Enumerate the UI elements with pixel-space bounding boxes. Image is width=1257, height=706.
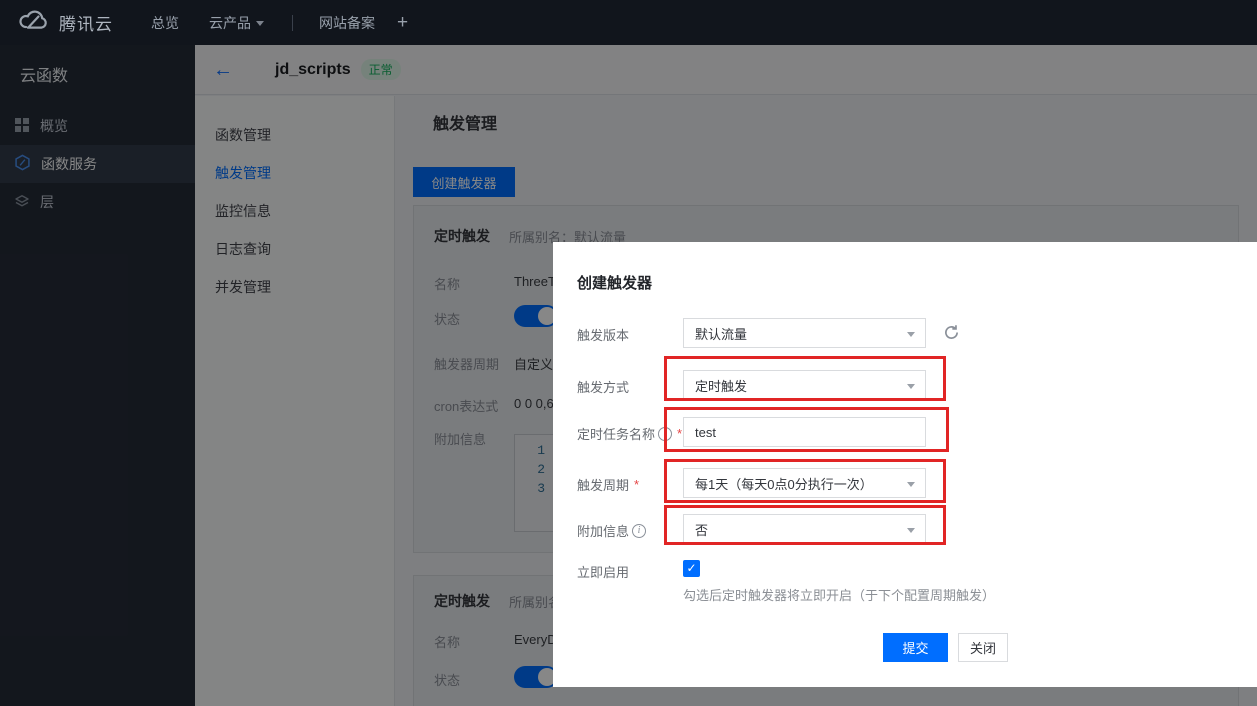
chevron-down-icon bbox=[907, 384, 915, 389]
chevron-down-icon bbox=[256, 21, 264, 26]
task-name-label: 定时任务名称 i * bbox=[577, 424, 682, 443]
chevron-down-icon bbox=[907, 482, 915, 487]
trigger-period-select[interactable]: 每1天（每天0点0分执行一次） bbox=[683, 468, 926, 498]
submit-button[interactable]: 提交 bbox=[883, 633, 948, 662]
extra-info-select[interactable]: 否 bbox=[683, 514, 926, 544]
extra-info-label: 附加信息 i bbox=[577, 521, 646, 540]
required-asterisk: * bbox=[634, 477, 639, 492]
cloud-logo-icon bbox=[16, 8, 50, 37]
nav-item-cloud-products[interactable]: 云产品 bbox=[209, 13, 264, 33]
enable-now-hint: 勾选后定时触发器将立即开启（于下个配置周期触发） bbox=[683, 585, 995, 604]
refresh-icon[interactable] bbox=[943, 324, 960, 346]
brand-name: 腾讯云 bbox=[59, 10, 113, 35]
enable-now-checkbox-checked[interactable]: ✓ bbox=[683, 560, 700, 577]
nav-item-icp[interactable]: 网站备案 bbox=[319, 13, 375, 33]
chevron-down-icon bbox=[907, 332, 915, 337]
nav-add-tab-button[interactable]: + bbox=[397, 12, 408, 34]
enable-now-label: 立即启用 bbox=[577, 562, 629, 581]
close-button[interactable]: 关闭 bbox=[958, 633, 1008, 662]
chevron-down-icon bbox=[907, 528, 915, 533]
create-trigger-modal: 创建触发器 触发版本 默认流量 触发方式 定时触发 定时任务名称 i * 触发周… bbox=[553, 242, 1257, 687]
task-name-input[interactable] bbox=[683, 417, 926, 447]
tencent-cloud-logo[interactable]: 腾讯云 bbox=[16, 8, 113, 37]
info-icon: i bbox=[632, 524, 646, 538]
top-nav: 腾讯云 总览 云产品 网站备案 + bbox=[0, 0, 1257, 45]
modal-title: 创建触发器 bbox=[577, 272, 652, 293]
trigger-type-label: 触发方式 bbox=[577, 377, 629, 396]
trigger-period-label: 触发周期 * bbox=[577, 475, 639, 494]
nav-divider bbox=[292, 15, 293, 31]
info-icon: i bbox=[658, 427, 672, 441]
trigger-version-label: 触发版本 bbox=[577, 325, 629, 344]
trigger-version-select[interactable]: 默认流量 bbox=[683, 318, 926, 348]
required-asterisk: * bbox=[677, 426, 682, 441]
nav-item-overview[interactable]: 总览 bbox=[151, 13, 179, 33]
trigger-type-select[interactable]: 定时触发 bbox=[683, 370, 926, 400]
